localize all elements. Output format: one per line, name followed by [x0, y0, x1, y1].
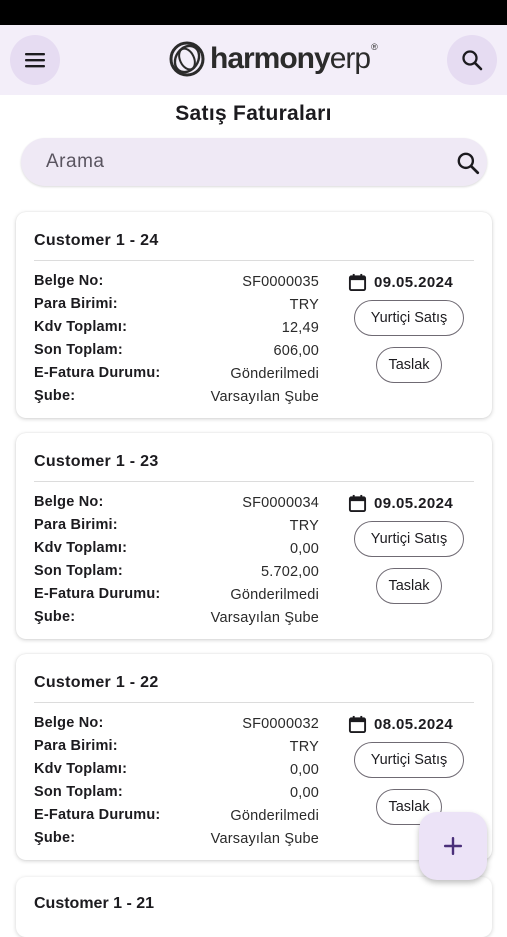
search-bar[interactable] [21, 138, 487, 186]
currency-value: TRY [289, 297, 319, 313]
date-text: 09.05.2024 [374, 495, 454, 512]
einvoice-status-value: Gönderilmedi [230, 587, 319, 603]
currency-value: TRY [289, 739, 319, 755]
customer-name: Customer 1 - 22 [34, 674, 159, 691]
branch-value: Varsayılan Şube [210, 389, 319, 405]
search-icon[interactable] [455, 150, 481, 176]
currency-label: Para Birimi: [34, 296, 118, 312]
branch-value: Varsayılan Şube [210, 610, 319, 626]
add-invoice-button[interactable] [419, 812, 487, 880]
invoice-date: 08.05.2024 [348, 715, 453, 734]
vat-total-value: 12,49 [281, 320, 319, 336]
invoice-type-chip[interactable]: Yurtiçi Satış [354, 742, 464, 778]
search-icon [462, 50, 483, 71]
vat-total-label: Kdv Toplamı: [34, 319, 128, 335]
invoice-date: 09.05.2024 [348, 273, 453, 292]
einvoice-status-value: Gönderilmedi [230, 808, 319, 824]
invoice-status-chip[interactable]: Taslak [376, 347, 442, 383]
doc-no-label: Belge No: [34, 715, 104, 731]
date-text: 09.05.2024 [374, 274, 454, 291]
invoice-card[interactable]: Customer 1 - 24 Belge No: SF0000035 Para… [16, 212, 492, 418]
currency-label: Para Birimi: [34, 738, 118, 754]
grand-total-label: Son Toplam: [34, 342, 123, 358]
calendar-icon [348, 715, 367, 734]
currency-label: Para Birimi: [34, 517, 118, 533]
invoice-card[interactable]: Customer 1 - 21 [16, 877, 492, 937]
grand-total-label: Son Toplam: [34, 563, 123, 579]
harmonyerp-logo: harmonyerp® [168, 39, 378, 79]
vat-total-value: 0,00 [289, 762, 319, 778]
date-text: 08.05.2024 [374, 716, 454, 733]
einvoice-status-label: E-Fatura Durumu: [34, 365, 161, 381]
logo-swirl-icon [169, 41, 205, 77]
einvoice-status-label: E-Fatura Durumu: [34, 586, 161, 602]
vat-total-label: Kdv Toplamı: [34, 761, 128, 777]
einvoice-status-label: E-Fatura Durumu: [34, 807, 161, 823]
logo-text: harmonyerp® [210, 42, 378, 75]
branch-label: Şube: [34, 388, 76, 404]
divider [34, 702, 474, 703]
branch-value: Varsayılan Şube [210, 831, 319, 847]
search-input[interactable] [46, 138, 426, 186]
branch-label: Şube: [34, 609, 76, 625]
grand-total-value: 606,00 [273, 343, 319, 359]
invoice-type-chip[interactable]: Yurtiçi Satış [354, 521, 464, 557]
vat-total-label: Kdv Toplamı: [34, 540, 128, 556]
customer-name: Customer 1 - 23 [34, 453, 159, 470]
invoice-date: 09.05.2024 [348, 494, 453, 513]
calendar-icon [348, 494, 367, 513]
page-title: Satış Faturaları [175, 102, 332, 125]
doc-no-label: Belge No: [34, 494, 104, 510]
status-bar [0, 0, 507, 25]
doc-no-value: SF0000034 [242, 495, 319, 511]
doc-no-value: SF0000035 [242, 274, 319, 290]
divider [34, 481, 474, 482]
grand-total-label: Son Toplam: [34, 784, 123, 800]
grand-total-value: 5.702,00 [260, 564, 319, 580]
calendar-icon [348, 273, 367, 292]
plus-icon [444, 837, 462, 855]
divider [34, 260, 474, 261]
customer-name: Customer 1 - 21 [34, 895, 155, 912]
branch-label: Şube: [34, 830, 76, 846]
invoice-status-chip[interactable]: Taslak [376, 568, 442, 604]
menu-button[interactable] [10, 35, 60, 85]
currency-value: TRY [289, 518, 319, 534]
doc-no-label: Belge No: [34, 273, 104, 289]
doc-no-value: SF0000032 [242, 716, 319, 732]
menu-icon [25, 53, 45, 68]
invoice-type-chip[interactable]: Yurtiçi Satış [354, 300, 464, 336]
search-button[interactable] [447, 35, 497, 85]
einvoice-status-value: Gönderilmedi [230, 366, 319, 382]
invoice-card[interactable]: Customer 1 - 23 Belge No: SF0000034 Para… [16, 433, 492, 639]
grand-total-value: 0,00 [289, 785, 319, 801]
app-bar: harmonyerp® [0, 25, 507, 95]
vat-total-value: 0,00 [289, 541, 319, 557]
customer-name: Customer 1 - 24 [34, 232, 159, 249]
